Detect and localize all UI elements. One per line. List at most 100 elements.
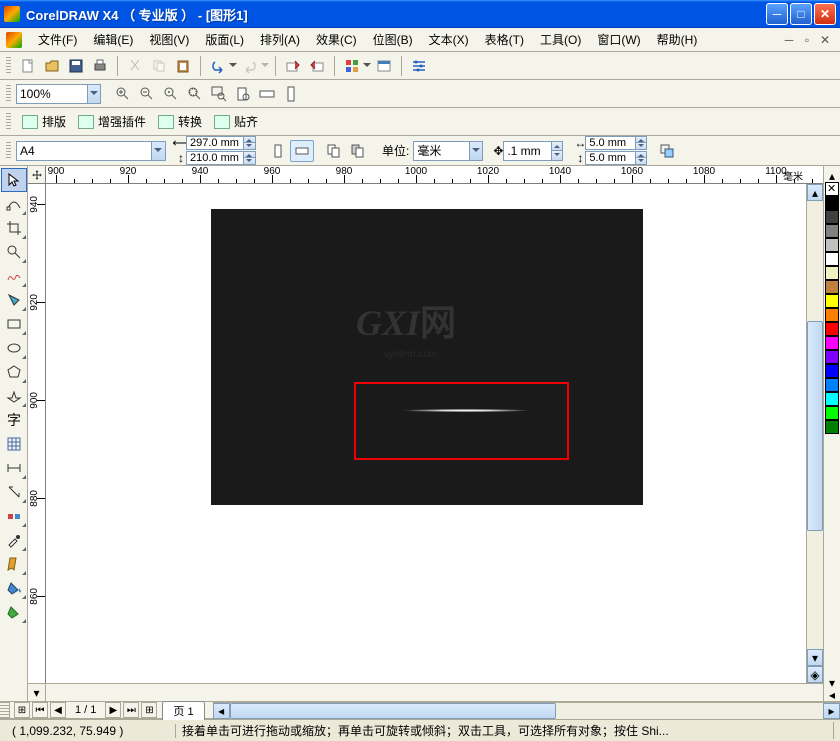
canvas[interactable]: GXI网 system.com bbox=[46, 184, 806, 683]
currentpage-button[interactable] bbox=[346, 140, 370, 162]
open-button[interactable] bbox=[40, 55, 64, 77]
zoom-onetoone-button[interactable] bbox=[159, 83, 183, 105]
smartfill-tool[interactable] bbox=[1, 288, 27, 312]
ruler-vertical[interactable]: 940920900880860 bbox=[28, 184, 46, 683]
swatch[interactable] bbox=[825, 210, 839, 224]
swatch[interactable] bbox=[825, 364, 839, 378]
vertical-scrollbar[interactable]: ▴ ▾ ◈ bbox=[806, 184, 823, 683]
grip-handle-icon[interactable] bbox=[6, 85, 11, 103]
zoom-input[interactable] bbox=[17, 85, 87, 103]
allpages-button[interactable] bbox=[322, 140, 346, 162]
paper-input[interactable] bbox=[17, 142, 151, 160]
swatch[interactable] bbox=[825, 378, 839, 392]
cut-button[interactable] bbox=[123, 55, 147, 77]
dupx-spinner[interactable] bbox=[585, 136, 647, 150]
swatch[interactable] bbox=[825, 350, 839, 364]
zoom-selection-button[interactable] bbox=[183, 83, 207, 105]
menu-window[interactable]: 窗口(W) bbox=[589, 28, 648, 51]
portrait-button[interactable] bbox=[266, 140, 290, 162]
paper-dropdown-icon[interactable] bbox=[151, 142, 165, 160]
horizontal-scrollbar[interactable]: ◂ ▸ bbox=[213, 702, 840, 719]
polygon-tool[interactable] bbox=[1, 360, 27, 384]
print-button[interactable] bbox=[88, 55, 112, 77]
maximize-button[interactable]: □ bbox=[790, 3, 812, 25]
page-first-button[interactable]: ⏮ bbox=[32, 702, 48, 718]
menu-edit[interactable]: 编辑(E) bbox=[85, 28, 141, 51]
landscape-button[interactable] bbox=[290, 140, 314, 162]
eyedropper-tool[interactable] bbox=[1, 528, 27, 552]
page-add2-icon[interactable]: ⊞ bbox=[141, 702, 157, 718]
app-launcher-button[interactable] bbox=[340, 55, 364, 77]
page-last-button[interactable]: ⏭ bbox=[123, 702, 139, 718]
zoom-dropdown-icon[interactable] bbox=[87, 85, 100, 103]
table-tool[interactable] bbox=[1, 432, 27, 456]
menu-help[interactable]: 帮助(H) bbox=[649, 28, 706, 51]
redo-dropdown[interactable] bbox=[260, 55, 270, 77]
swatch[interactable] bbox=[825, 266, 839, 280]
ruler-horizontal[interactable]: 900920940960980100010201040106010801100 … bbox=[46, 166, 823, 184]
minimize-button[interactable]: ─ bbox=[766, 3, 788, 25]
export-button[interactable] bbox=[305, 55, 329, 77]
welcome-button[interactable] bbox=[372, 55, 396, 77]
page-add-icon[interactable]: ⊞ bbox=[14, 702, 30, 718]
copy-button[interactable] bbox=[147, 55, 171, 77]
nudge-spinner[interactable] bbox=[503, 141, 563, 161]
dupy-spinner[interactable] bbox=[585, 151, 647, 165]
zoom-width-button[interactable] bbox=[255, 83, 279, 105]
menu-text[interactable]: 文本(X) bbox=[421, 28, 477, 51]
grip-handle-icon[interactable] bbox=[6, 57, 11, 75]
child-close-icon[interactable]: ✕ bbox=[816, 32, 834, 48]
swatch-none[interactable] bbox=[825, 182, 839, 196]
dup-options-button[interactable] bbox=[655, 140, 679, 162]
menu-view[interactable]: 视图(V) bbox=[141, 28, 197, 51]
import-button[interactable] bbox=[281, 55, 305, 77]
ruler-origin[interactable] bbox=[28, 166, 46, 184]
crop-tool[interactable] bbox=[1, 216, 27, 240]
zoom-all-button[interactable] bbox=[207, 83, 231, 105]
zoom-out-button[interactable] bbox=[135, 83, 159, 105]
swatch[interactable] bbox=[825, 308, 839, 322]
menu-bitmaps[interactable]: 位图(B) bbox=[365, 28, 421, 51]
ruler-collapse-icon[interactable]: ▾ bbox=[28, 684, 46, 702]
units-combo[interactable] bbox=[413, 141, 483, 161]
interactive-fill-tool[interactable] bbox=[1, 600, 27, 624]
page-height-spinner[interactable] bbox=[186, 151, 256, 165]
swatch[interactable] bbox=[825, 420, 839, 434]
scroll-down-button[interactable]: ▾ bbox=[807, 649, 823, 666]
basicshape-tool[interactable] bbox=[1, 384, 27, 408]
menu-effects[interactable]: 效果(C) bbox=[308, 28, 365, 51]
shape-tool[interactable] bbox=[1, 192, 27, 216]
paper-combo[interactable] bbox=[16, 141, 166, 161]
dimension-tool[interactable] bbox=[1, 456, 27, 480]
rectangle-tool[interactable] bbox=[1, 312, 27, 336]
plugin-layout[interactable]: 排版 bbox=[16, 111, 72, 132]
swatch[interactable] bbox=[825, 392, 839, 406]
menu-layout[interactable]: 版面(L) bbox=[197, 28, 252, 51]
options-button[interactable] bbox=[407, 55, 431, 77]
text-tool[interactable]: 字 bbox=[1, 408, 27, 432]
swatch[interactable] bbox=[825, 336, 839, 350]
swatch[interactable] bbox=[825, 280, 839, 294]
scroll-right-button[interactable]: ▸ bbox=[823, 703, 840, 719]
scroll-thumb-h[interactable] bbox=[230, 703, 556, 719]
fill-tool[interactable] bbox=[1, 576, 27, 600]
zoom-page-button[interactable] bbox=[231, 83, 255, 105]
scroll-thumb-v[interactable] bbox=[807, 321, 823, 531]
scroll-left-button[interactable]: ◂ bbox=[213, 703, 230, 719]
undo-dropdown[interactable] bbox=[228, 55, 238, 77]
outline-tool[interactable] bbox=[1, 552, 27, 576]
swatch[interactable] bbox=[825, 322, 839, 336]
grip-handle-icon[interactable] bbox=[6, 142, 11, 160]
menu-table[interactable]: 表格(T) bbox=[477, 28, 532, 51]
plugin-enhance[interactable]: 增强插件 bbox=[72, 111, 152, 132]
scroll-nav-icon[interactable]: ◈ bbox=[807, 666, 823, 683]
swatch[interactable] bbox=[825, 294, 839, 308]
menu-tools[interactable]: 工具(O) bbox=[532, 28, 589, 51]
plugin-convert[interactable]: 转换 bbox=[152, 111, 208, 132]
child-restore-icon[interactable]: ▫ bbox=[798, 32, 816, 48]
menu-file[interactable]: 文件(F) bbox=[30, 28, 85, 51]
units-dropdown-icon[interactable] bbox=[469, 142, 482, 160]
blend-tool[interactable] bbox=[1, 504, 27, 528]
grip-handle-icon[interactable] bbox=[6, 113, 11, 131]
redo-button[interactable] bbox=[238, 55, 262, 77]
